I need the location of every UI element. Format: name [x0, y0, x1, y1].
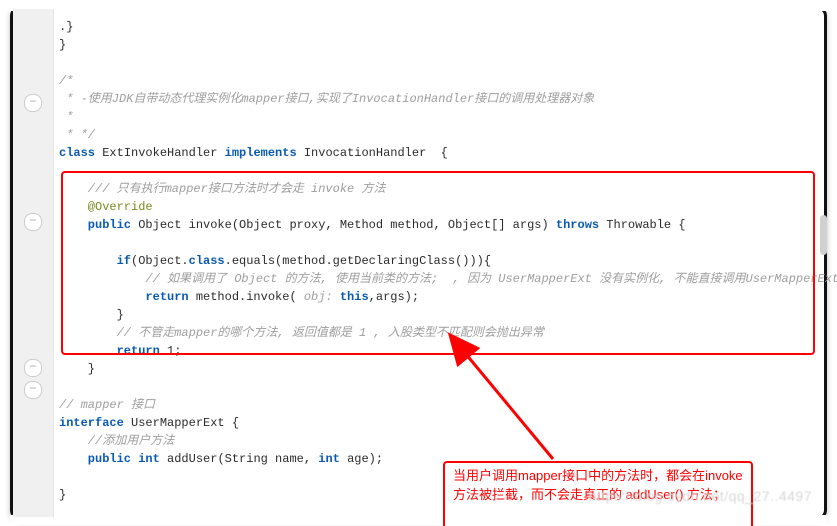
code-line: @Override [59, 200, 153, 214]
code-line: } [59, 38, 66, 52]
code-line: public Object invoke(Object proxy, Metho… [59, 218, 686, 232]
code-line: return method.invoke( obj: this,args); [59, 290, 419, 304]
code-line: * -使用JDK自带动态代理实例化mapper接口,实现了InvocationH… [59, 92, 594, 106]
code-line: /* [59, 74, 73, 88]
fold-icon[interactable]: − [24, 381, 42, 399]
code-line: interface UserMapperExt { [59, 416, 239, 430]
code-line: class ExtInvokeHandler implements Invoca… [59, 146, 448, 160]
code-line: .} [59, 20, 73, 34]
code-line: if(Object.class.equals(method.getDeclari… [59, 254, 491, 268]
code-line: // mapper 接口 [59, 398, 155, 412]
fold-icon[interactable]: − [24, 94, 42, 112]
code-line: } [59, 362, 95, 376]
fold-icon[interactable]: − [24, 359, 42, 377]
code-line: // 不管走mapper的哪个方法, 返回值都是 1 , 入股类型不匹配则会抛出… [59, 326, 544, 340]
fold-icon[interactable]: − [24, 213, 42, 231]
code-block: .} } /* * -使用JDK自带动态代理实例化mapper接口,实现了Inv… [59, 0, 814, 504]
code-line: * [59, 110, 73, 124]
page: − − − − .} } /* * -使用JDK自带动态代理实例化mapper接… [0, 0, 837, 526]
code-line: * */ [59, 128, 95, 142]
code-line: public int addUser(String name, int age)… [59, 452, 383, 466]
scrollbar-thumb[interactable] [820, 215, 827, 255]
code-line: } [59, 308, 124, 322]
code-line: //添加用户方法 [59, 434, 174, 448]
code-line: } [59, 488, 66, 502]
code-card: − − − − .} } /* * -使用JDK自带动态代理实例化mapper接… [10, 6, 827, 520]
code-line: /// 只有执行mapper接口方法时才会走 invoke 方法 [59, 182, 385, 196]
watermark: https://blog.csdn.net/qq_27..4497 [588, 486, 812, 507]
gutter: − − − − [13, 9, 54, 517]
code-line: return 1; [59, 344, 181, 358]
code-line: // 如果调用了 Object 的方法, 使用当前类的方法; , 因为 User… [59, 272, 837, 286]
